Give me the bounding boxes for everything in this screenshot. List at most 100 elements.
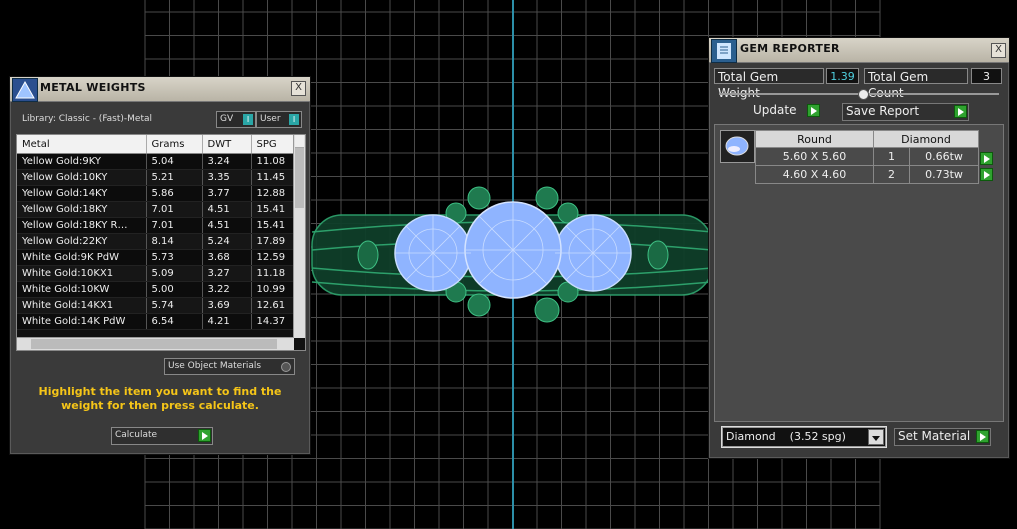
table-cell: 14.37	[251, 313, 294, 330]
table-cell: 5.73	[146, 249, 203, 266]
table-cell: 3.68	[202, 249, 252, 266]
user-toggle-icon: I	[289, 114, 299, 125]
table-cell: 3.22	[202, 281, 252, 298]
metal-table-container: Metal Grams DWT SPG Yellow Gold:9KY 5.04 3…	[16, 134, 306, 351]
table-cell: 4.51	[202, 201, 252, 218]
table-cell: Yellow Gold:18KY	[17, 201, 147, 218]
gem-row[interactable]: 5.60 X 5.60 1 0.66tw	[755, 147, 980, 166]
col-grams[interactable]: Grams	[146, 135, 203, 154]
table-cell: 5.21	[146, 169, 203, 186]
table-row[interactable]: Yellow Gold:18KY R… 7.01 4.51 15.41	[17, 217, 294, 234]
gem-weight: 0.73tw	[908, 165, 980, 184]
calculate-button[interactable]: Calculate	[111, 427, 213, 445]
table-cell: 5.00	[146, 281, 203, 298]
table-cell: 11.08	[251, 153, 294, 170]
gem-reporter-titlebar[interactable]: GEM REPORTER X	[709, 38, 1009, 63]
divider-slider[interactable]	[719, 89, 999, 100]
total-gem-weight-label: Total Gem Weight	[714, 68, 824, 100]
play-icon	[198, 429, 211, 442]
table-cell: 15.41	[251, 201, 294, 218]
col-metal[interactable]: Metal	[17, 135, 147, 154]
gem-row-play-icon[interactable]	[980, 152, 993, 165]
metal-table: Metal Grams DWT SPG Yellow Gold:9KY 5.04 3…	[17, 135, 294, 330]
gem-count: 1	[873, 147, 910, 166]
table-cell: 10.99	[251, 281, 294, 298]
col-spg[interactable]: SPG	[251, 135, 294, 154]
set-material-play-icon	[976, 430, 989, 443]
metal-weights-title: METAL WEIGHTS	[40, 81, 146, 94]
gem-table: Round Diamond 5.60 X 5.60 1 0.66tw 4.60 X 4…	[755, 130, 980, 184]
metal-table-header: Metal Grams DWT SPG	[17, 135, 294, 154]
use-object-materials-checkbox[interactable]: Use Object Materials	[164, 358, 295, 375]
round-gem-icon[interactable]	[720, 130, 755, 163]
table-cell: 17.89	[251, 233, 294, 250]
material-header: Diamond	[872, 130, 980, 148]
metal-weights-close-button[interactable]: X	[291, 81, 306, 96]
table-row[interactable]: Yellow Gold:14KY 5.86 3.77 12.88	[17, 185, 294, 202]
user-toggle[interactable]: User I	[256, 111, 302, 128]
gem-reporter-title: GEM REPORTER	[740, 42, 840, 55]
table-cell: 5.09	[146, 265, 203, 282]
gem-row[interactable]: 4.60 X 4.60 2 0.73tw	[755, 165, 980, 184]
table-cell: 6.54	[146, 313, 203, 330]
table-cell: 12.88	[251, 185, 294, 202]
save-report-play-icon	[954, 105, 967, 118]
gem-weight: 0.66tw	[908, 147, 980, 166]
table-cell: Yellow Gold:9KY	[17, 153, 147, 170]
table-row[interactable]: White Gold:14KX1 5.74 3.69 12.61	[17, 297, 294, 314]
table-cell: White Gold:9K PdW	[17, 249, 147, 266]
table-cell: 8.14	[146, 233, 203, 250]
table-row[interactable]: Yellow Gold:9KY 5.04 3.24 11.08	[17, 153, 294, 170]
vscroll-thumb[interactable]	[295, 148, 304, 208]
gem-count: 2	[873, 165, 910, 184]
table-cell: Yellow Gold:18KY R…	[17, 217, 147, 234]
metal-weights-icon	[12, 78, 38, 102]
instruction-text: Highlight the item you want to find the …	[38, 385, 282, 412]
table-row[interactable]: Yellow Gold:18KY 7.01 4.51 15.41	[17, 201, 294, 218]
gem-size: 4.60 X 4.60	[755, 165, 874, 184]
set-material-button[interactable]: Set Material	[894, 428, 991, 446]
total-gem-weight-value: 1.39	[826, 68, 859, 84]
metal-table-hscrollbar[interactable]	[17, 337, 294, 350]
table-cell: 3.77	[202, 185, 252, 202]
table-cell: 3.27	[202, 265, 252, 282]
save-report-button[interactable]: Save Report	[842, 103, 969, 121]
table-cell: Yellow Gold:22KY	[17, 233, 147, 250]
table-row[interactable]: White Gold:14K PdW 6.54 4.21 14.37	[17, 313, 294, 330]
update-label: Update	[753, 103, 797, 117]
table-row[interactable]: White Gold:10KX1 5.09 3.27 11.18	[17, 265, 294, 282]
table-cell: Yellow Gold:14KY	[17, 185, 147, 202]
gem-reporter-close-button[interactable]: X	[991, 43, 1006, 58]
table-cell: White Gold:10KW	[17, 281, 147, 298]
table-cell: 4.21	[202, 313, 252, 330]
update-button[interactable]: Update	[751, 103, 820, 119]
material-select[interactable]: Diamond (3.52 spg)	[722, 427, 886, 447]
total-gem-count-label: Total Gem Count	[864, 68, 968, 100]
library-label: Library: Classic - (Fast)-Metal	[22, 114, 153, 124]
set-material-label: Set Material	[898, 429, 971, 443]
table-cell: 15.41	[251, 217, 294, 234]
hscroll-thumb[interactable]	[31, 339, 277, 349]
total-gem-count-value: 3	[971, 68, 1002, 84]
gv-toggle[interactable]: GV I	[216, 111, 256, 128]
chevron-down-icon[interactable]	[868, 429, 884, 445]
user-label: User	[260, 114, 281, 124]
shape-header: Round	[755, 130, 874, 148]
gem-size: 5.60 X 5.60	[755, 147, 874, 166]
table-row[interactable]: Yellow Gold:22KY 8.14 5.24 17.89	[17, 233, 294, 250]
table-cell: White Gold:14KX1	[17, 297, 147, 314]
gem-row-play-icon[interactable]	[980, 168, 993, 181]
slider-knob[interactable]	[858, 89, 869, 100]
metal-table-vscrollbar[interactable]	[293, 135, 305, 338]
table-cell: 4.51	[202, 217, 252, 234]
table-cell: 12.59	[251, 249, 294, 266]
table-cell: White Gold:10KX1	[17, 265, 147, 282]
table-cell: 3.69	[202, 297, 252, 314]
col-dwt[interactable]: DWT	[202, 135, 252, 154]
table-cell: 3.24	[202, 153, 252, 170]
table-row[interactable]: White Gold:10KW 5.00 3.22 10.99	[17, 281, 294, 298]
table-cell: 11.45	[251, 169, 294, 186]
table-row[interactable]: Yellow Gold:10KY 5.21 3.35 11.45	[17, 169, 294, 186]
table-row[interactable]: White Gold:9K PdW 5.73 3.68 12.59	[17, 249, 294, 266]
metal-weights-titlebar[interactable]: METAL WEIGHTS X	[10, 77, 310, 102]
